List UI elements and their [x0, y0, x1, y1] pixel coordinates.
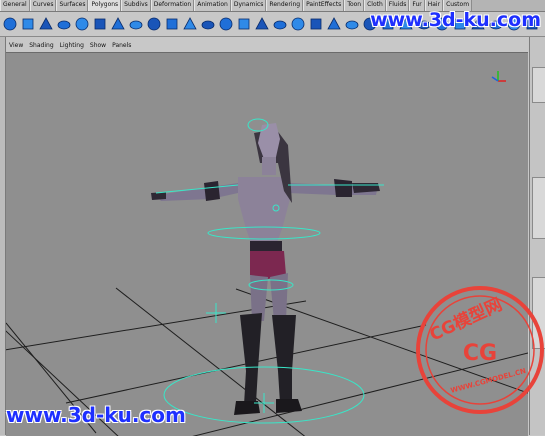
shelf-tab-curves[interactable]: Curves [29, 0, 57, 11]
panel-menu-shading[interactable]: Shading [26, 41, 56, 51]
layer-editor-panel [532, 177, 545, 239]
shelf-tab-subdivs[interactable]: Subdivs [121, 0, 151, 11]
cylinder-icon[interactable] [38, 16, 54, 32]
append-icon[interactable] [272, 16, 288, 32]
shelf-tab-painteffects[interactable]: PaintEffects [303, 0, 345, 11]
watermark-top: www.3d-ku.com [370, 9, 541, 31]
extrude-icon[interactable] [236, 16, 252, 32]
cube-icon[interactable] [20, 16, 36, 32]
plane-icon[interactable] [74, 16, 90, 32]
cgmodel-stamp-logo: CG模型网 CG WWW.CGMODEL.CN [416, 286, 544, 414]
shelf-tab-toon[interactable]: Toon [344, 0, 365, 11]
panel-menu-view[interactable]: View [6, 41, 26, 51]
torus-icon[interactable] [92, 16, 108, 32]
shelf-tab-animation[interactable]: Animation [194, 0, 231, 11]
watermark-bottom: www.3d-ku.com [6, 403, 186, 427]
soccer-ball-icon[interactable] [182, 16, 198, 32]
panel-menu-bar: View Shading Lighting Show Panels [6, 41, 528, 51]
helix-icon[interactable] [164, 16, 180, 32]
shelf-tab-surfaces[interactable]: Surfaces [56, 0, 89, 11]
shelf-tab-deformation[interactable]: Deformation [150, 0, 195, 11]
split-icon[interactable] [290, 16, 306, 32]
panel-menu-show[interactable]: Show [87, 41, 109, 51]
character-model [151, 123, 380, 415]
bridge-icon[interactable] [254, 16, 270, 32]
platonic-icon[interactable] [200, 16, 216, 32]
cone-icon[interactable] [56, 16, 72, 32]
channel-box-panel [532, 67, 545, 103]
stamp-title: CG模型网 [426, 294, 505, 346]
prism-icon[interactable] [110, 16, 126, 32]
shelf-tab-dynamics[interactable]: Dynamics [230, 0, 267, 11]
stamp-center: CG [463, 341, 497, 366]
offset-loop-icon[interactable] [326, 16, 342, 32]
panel-menu-panels[interactable]: Panels [109, 41, 134, 51]
shelf-tab-polygons[interactable]: Polygons [88, 0, 122, 11]
pipe-icon[interactable] [146, 16, 162, 32]
merge-icon[interactable] [344, 16, 360, 32]
sphere-icon[interactable] [2, 16, 18, 32]
panel-menu-lighting[interactable]: Lighting [57, 41, 87, 51]
pyramid-icon[interactable] [128, 16, 144, 32]
insert-loop-icon[interactable] [308, 16, 324, 32]
sphere-smooth-icon[interactable] [218, 16, 234, 32]
shelf-tab-rendering[interactable]: Rendering [266, 0, 304, 11]
view-axis-gizmo [491, 71, 506, 82]
shelf-tab-general[interactable]: General [0, 0, 30, 11]
